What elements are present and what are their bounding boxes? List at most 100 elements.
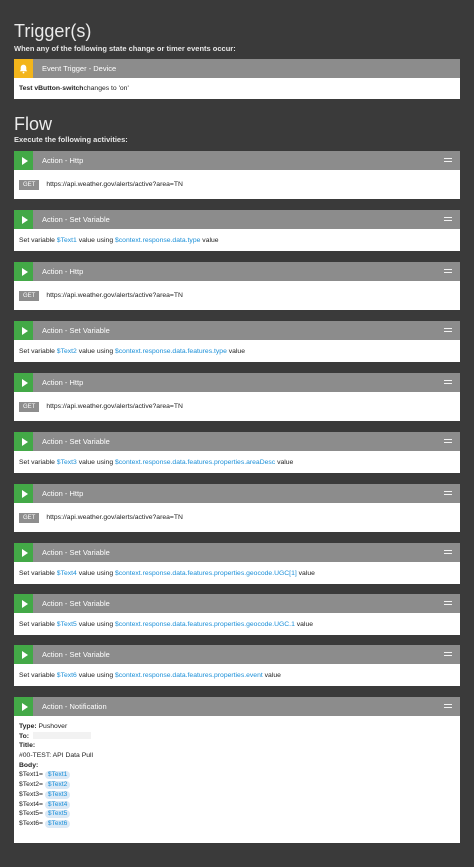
action-header[interactable]: Action - Notification	[14, 697, 460, 716]
action-card-http[interactable]: Action - Http GET https://api.weather.gov…	[14, 262, 460, 310]
action-body: GET https://api.weather.gov/alerts/active…	[14, 170, 460, 199]
set-var-prefix: Set variable	[19, 671, 55, 679]
action-body: Set variable $Text2 value using $context…	[14, 340, 460, 362]
action-card-set-variable[interactable]: Action - Set Variable Set variable $Text…	[14, 432, 460, 473]
set-var-mid: value using	[78, 347, 114, 355]
body-line-label: $Text3=	[19, 790, 45, 798]
play-icon[interactable]	[14, 432, 33, 451]
set-var-mid: value using	[78, 236, 114, 244]
drag-handle-icon[interactable]	[444, 704, 452, 709]
action-header[interactable]: Action - Http	[14, 373, 460, 392]
action-body: GET https://api.weather.gov/alerts/active…	[14, 503, 460, 532]
action-card-set-variable[interactable]: Action - Set Variable Set variable $Text…	[14, 321, 460, 362]
variable-name[interactable]: $Text2	[57, 348, 77, 355]
variable-name[interactable]: $Text3	[57, 459, 77, 466]
body-line-label: $Text5=	[19, 810, 45, 818]
variable-pill[interactable]: $Text3	[44, 790, 71, 799]
drag-handle-icon[interactable]	[444, 601, 452, 606]
action-card-set-variable[interactable]: Action - Set Variable Set variable $Text…	[14, 645, 460, 686]
play-icon[interactable]	[14, 484, 33, 503]
variable-name[interactable]: $Text5	[57, 621, 77, 628]
action-header[interactable]: Action - Http	[14, 151, 460, 170]
play-icon[interactable]	[14, 210, 33, 229]
variable-pill[interactable]: $Text1	[44, 771, 71, 780]
drag-handle-icon[interactable]	[444, 491, 452, 496]
play-icon[interactable]	[14, 697, 33, 716]
variable-pill[interactable]: $Text2	[44, 781, 71, 790]
action-title: Action - Http	[42, 378, 84, 387]
action-card-http[interactable]: Action - Http GET https://api.weather.gov…	[14, 151, 460, 199]
action-card-notification[interactable]: Action - Notification Type: Pushover To:…	[14, 697, 460, 843]
flow-heading: Flow	[14, 114, 53, 134]
variable-expression[interactable]: $context.response.data.features.properti…	[115, 570, 297, 577]
set-var-mid: value using	[78, 569, 114, 577]
action-card-set-variable[interactable]: Action - Set Variable Set variable $Text…	[14, 210, 460, 251]
body-line: $Text5= $Text5	[19, 809, 455, 819]
action-header[interactable]: Action - Set Variable	[14, 210, 460, 229]
action-title: Action - Set Variable	[42, 548, 110, 557]
set-var-suffix: value	[228, 347, 245, 355]
play-icon[interactable]	[14, 373, 33, 392]
action-title: Action - Http	[42, 267, 84, 276]
http-url: https://api.weather.gov/alerts/active?ar…	[46, 181, 183, 188]
variable-name[interactable]: $Text6	[57, 672, 77, 679]
drag-handle-icon[interactable]	[444, 550, 452, 555]
drag-handle-icon[interactable]	[444, 217, 452, 222]
play-icon[interactable]	[14, 321, 33, 340]
action-card-http[interactable]: Action - Http GET https://api.weather.gov…	[14, 373, 460, 421]
drag-handle-icon[interactable]	[444, 158, 452, 163]
notification-type-value: Pushover	[36, 723, 68, 730]
trigger-attribute: switch	[62, 85, 84, 92]
action-header[interactable]: Action - Set Variable	[14, 645, 460, 664]
play-icon[interactable]	[14, 262, 33, 281]
set-var-suffix: value	[202, 236, 219, 244]
http-method-badge: GET	[19, 179, 40, 190]
play-icon[interactable]	[14, 594, 33, 613]
variable-pill[interactable]: $Text4	[44, 800, 71, 809]
set-var-prefix: Set variable	[19, 236, 55, 244]
action-card-set-variable[interactable]: Action - Set Variable Set variable $Text…	[14, 594, 460, 635]
action-header[interactable]: Action - Set Variable	[14, 321, 460, 340]
action-header[interactable]: Action - Set Variable	[14, 543, 460, 562]
variable-expression[interactable]: $context.response.data.features.properti…	[115, 621, 295, 628]
trigger-card-body: Test vButton - switch changes to 'on'	[14, 78, 460, 99]
drag-handle-icon[interactable]	[444, 439, 452, 444]
action-header[interactable]: Action - Http	[14, 484, 460, 503]
action-header[interactable]: Action - Set Variable	[14, 594, 460, 613]
http-method-badge: GET	[19, 290, 40, 301]
set-var-suffix: value	[296, 620, 313, 628]
play-icon[interactable]	[14, 645, 33, 664]
action-header[interactable]: Action - Set Variable	[14, 432, 460, 451]
trigger-card-header[interactable]: Event Trigger - Device	[14, 59, 460, 78]
set-var-suffix: value	[264, 671, 281, 679]
triggers-subheading: When any of the following state change o…	[14, 44, 236, 53]
variable-name[interactable]: $Text1	[57, 237, 77, 244]
variable-expression[interactable]: $context.response.data.type	[115, 237, 200, 244]
set-var-prefix: Set variable	[19, 569, 55, 577]
variable-name[interactable]: $Text4	[57, 570, 77, 577]
set-var-prefix: Set variable	[19, 347, 55, 355]
drag-handle-icon[interactable]	[444, 328, 452, 333]
body-line-label: $Text2=	[19, 781, 45, 789]
play-icon[interactable]	[14, 543, 33, 562]
drag-handle-icon[interactable]	[444, 652, 452, 657]
variable-expression[interactable]: $context.response.data.features.type	[115, 348, 227, 355]
notification-body: Type: Pushover To: Title: #00-TEST: API …	[14, 716, 460, 829]
variable-pill[interactable]: $Text6	[44, 819, 71, 828]
action-card-http[interactable]: Action - Http GET https://api.weather.gov…	[14, 484, 460, 532]
drag-handle-icon[interactable]	[444, 269, 452, 274]
action-card-set-variable[interactable]: Action - Set Variable Set variable $Text…	[14, 543, 460, 584]
play-icon[interactable]	[14, 151, 33, 170]
body-line: $Text3= $Text3	[19, 790, 455, 800]
drag-handle-icon[interactable]	[444, 380, 452, 385]
action-title: Action - Set Variable	[42, 599, 110, 608]
notification-title-value: #00-TEST: API Data Pull	[19, 752, 94, 760]
action-header[interactable]: Action - Http	[14, 262, 460, 281]
notification-title-label: Title:	[19, 742, 36, 750]
action-title: Action - Http	[42, 156, 84, 165]
variable-expression[interactable]: $context.response.data.features.properti…	[115, 459, 275, 466]
trigger-card[interactable]: Event Trigger - Device Test vButton - sw…	[14, 59, 460, 99]
action-title: Action - Set Variable	[42, 437, 110, 446]
variable-expression[interactable]: $context.response.data.features.properti…	[115, 672, 263, 679]
variable-pill[interactable]: $Text5	[44, 810, 71, 819]
